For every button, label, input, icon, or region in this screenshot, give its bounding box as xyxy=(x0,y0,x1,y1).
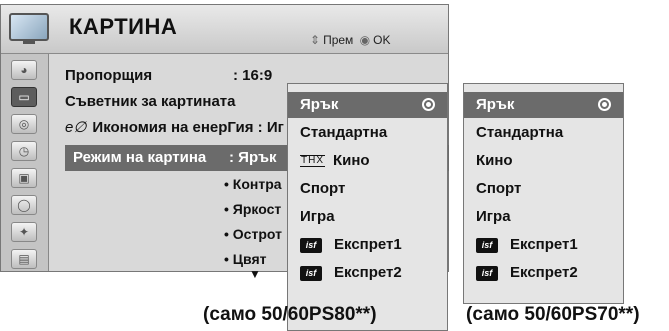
model-note-ps80: (само 50/60PS80**) xyxy=(203,304,377,325)
dropdown-option-expert2[interactable]: isf Експрет2 xyxy=(464,260,623,286)
clapperboard-icon[interactable]: ▤ xyxy=(11,249,37,269)
dropdown-option-expert1[interactable]: isf Експрет1 xyxy=(464,232,623,258)
isf-logo-icon: isf xyxy=(476,238,498,253)
option-label: Стандартна xyxy=(300,124,388,141)
sub-item-contrast[interactable]: • Контра xyxy=(224,176,282,192)
dropdown-option-game[interactable]: Игра xyxy=(464,204,623,230)
dropdown-option-expert1[interactable]: isf Експрет1 xyxy=(288,232,447,258)
speaker-icon[interactable]: ◎ xyxy=(11,114,37,134)
move-arrows-icon: ⇕ xyxy=(310,33,321,47)
menu-header: КАРТИНА ⇕ Прем ◉ OK xyxy=(1,5,448,54)
wizard-label: Съветник за картината xyxy=(65,93,236,110)
dropdown-option-cinema[interactable]: THX Кино xyxy=(288,148,447,174)
nav-hint-move: Прем xyxy=(323,33,354,47)
dropdown-option-vivid[interactable]: Ярък xyxy=(288,92,447,118)
menu-title: КАРТИНА xyxy=(69,14,178,39)
dropdown-option-standard[interactable]: Стандартна xyxy=(464,120,623,146)
tv-icon xyxy=(9,13,49,44)
sub-item-color[interactable]: • Цвят xyxy=(224,251,266,267)
aspect-label: Пропорщия xyxy=(65,67,153,84)
thx-logo-icon: THX xyxy=(300,155,325,167)
option-label: Експрет2 xyxy=(510,264,578,281)
scroll-down-arrow-icon[interactable]: ▼ xyxy=(249,267,261,281)
option-label: Кино xyxy=(476,152,513,169)
mode-label: Режим на картина xyxy=(73,149,207,166)
category-sidebar: ◕ ▭ ◎ ◷ ▣ ◯ ✦ ▤ xyxy=(1,54,49,271)
isf-logo-icon: isf xyxy=(476,266,498,281)
dropdown-option-expert2[interactable]: isf Експрет2 xyxy=(288,260,447,286)
eco-label: Икономия на енерГия : Иг xyxy=(92,119,284,136)
dropdown-option-sport[interactable]: Спорт xyxy=(464,176,623,202)
ok-button-icon: ◉ xyxy=(359,33,371,47)
picture-mode-dropdown-ps70: Ярък Стандартна Кино Спорт Игра isf Експр… xyxy=(463,83,624,304)
option-label: Ярък xyxy=(476,96,515,113)
dropdown-option-cinema[interactable]: Кино xyxy=(464,148,623,174)
nav-hint: ⇕ Прем ◉ OK xyxy=(307,33,390,47)
option-label: Експрет2 xyxy=(334,264,402,281)
usb-icon[interactable]: ◯ xyxy=(11,195,37,215)
bluetooth-icon[interactable]: ✦ xyxy=(11,222,37,242)
selected-radio-icon xyxy=(598,98,611,111)
picture-mode-dropdown-ps80: Ярък Стандартна THX Кино Спорт Игра isf Ек… xyxy=(287,83,448,331)
sub-item-sharpness[interactable]: • Острот xyxy=(224,226,282,242)
option-label: Игра xyxy=(476,208,511,225)
eco-icon: e∅ xyxy=(65,119,87,136)
lock-icon[interactable]: ▣ xyxy=(11,168,37,188)
isf-logo-icon: isf xyxy=(300,238,322,253)
option-label: Игра xyxy=(300,208,335,225)
option-label: Стандартна xyxy=(476,124,564,141)
mode-value: : Ярък xyxy=(229,149,277,166)
model-note-ps70: (само 50/60PS70**) xyxy=(466,304,640,325)
option-label: Спорт xyxy=(476,180,522,197)
option-label: Кино xyxy=(333,152,370,169)
sub-item-brightness[interactable]: • Яркост xyxy=(224,201,281,217)
clock-icon[interactable]: ◷ xyxy=(11,141,37,161)
isf-logo-icon: isf xyxy=(300,266,322,281)
selected-radio-icon xyxy=(422,98,435,111)
option-label: Експрет1 xyxy=(334,236,402,253)
dropdown-option-game[interactable]: Игра xyxy=(288,204,447,230)
dropdown-option-standard[interactable]: Стандартна xyxy=(288,120,447,146)
dropdown-option-sport[interactable]: Спорт xyxy=(288,176,447,202)
option-label: Спорт xyxy=(300,180,346,197)
aspect-value: : 16:9 xyxy=(233,67,273,84)
nav-hint-ok: OK xyxy=(373,33,391,47)
picture-icon[interactable]: ▭ xyxy=(11,87,37,107)
dropdown-option-vivid[interactable]: Ярък xyxy=(464,92,623,118)
option-label: Експрет1 xyxy=(510,236,578,253)
satellite-dish-icon[interactable]: ◕ xyxy=(11,60,37,80)
option-label: Ярък xyxy=(300,96,339,113)
